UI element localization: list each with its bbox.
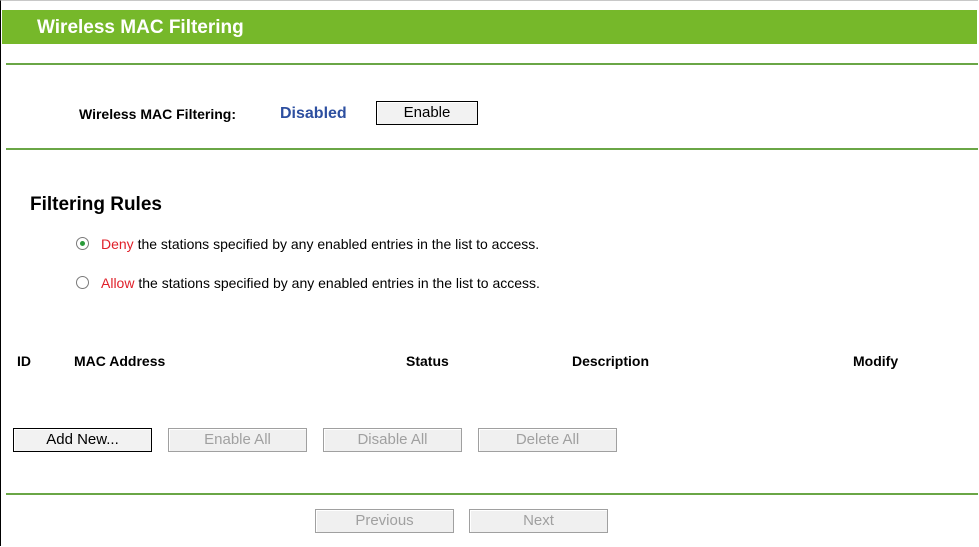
deny-option-text: the stations specified by any enabled en… [133, 236, 540, 252]
previous-button[interactable]: Previous [315, 509, 454, 533]
enable-button[interactable]: Enable [376, 101, 478, 125]
divider [6, 148, 978, 150]
radio-selected-dot [80, 241, 85, 246]
deny-keyword: Deny [101, 236, 134, 252]
divider [6, 493, 978, 495]
enable-all-button[interactable]: Enable All [168, 428, 307, 452]
disable-all-button[interactable]: Disable All [323, 428, 462, 452]
column-header-status: Status [406, 353, 449, 369]
header-bar: Wireless MAC Filtering [2, 10, 977, 44]
filtering-rules-title: Filtering Rules [30, 194, 162, 215]
mac-filtering-label: Wireless MAC Filtering: [79, 106, 237, 122]
column-header-description: Description [572, 353, 650, 369]
page-title: Wireless MAC Filtering [37, 17, 244, 38]
column-header-mac-address: MAC Address [74, 353, 166, 369]
column-header-id: ID [17, 353, 31, 369]
column-header-modify: Modify [853, 353, 899, 369]
deny-radio[interactable] [76, 237, 89, 250]
mac-filtering-status: Disabled [280, 105, 347, 122]
allow-keyword: Allow [101, 275, 135, 291]
allow-radio[interactable] [76, 276, 89, 289]
delete-all-button[interactable]: Delete All [478, 428, 617, 452]
next-button[interactable]: Next [469, 509, 608, 533]
divider [6, 63, 978, 65]
add-new-button[interactable]: Add New... [13, 428, 152, 452]
allow-option-text: the stations specified by any enabled en… [134, 275, 540, 291]
page-frame: Wireless MAC Filtering Wireless MAC Filt… [0, 0, 978, 546]
